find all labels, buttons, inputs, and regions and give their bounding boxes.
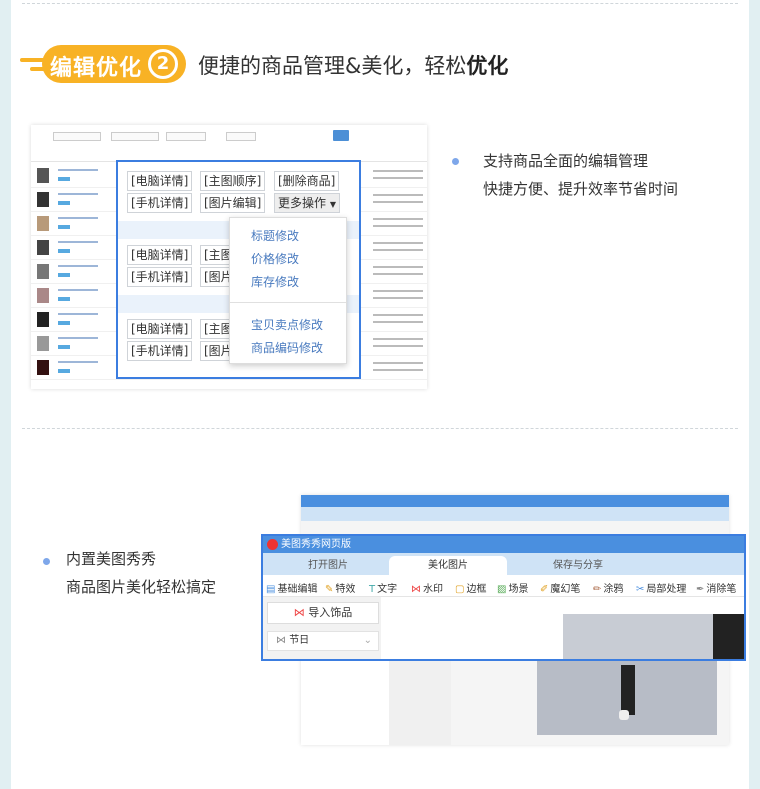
- feature-1-text: 支持商品全面的编辑管理 快捷方便、提升效率节省时间: [483, 152, 679, 198]
- divider-middle: [22, 428, 738, 429]
- menu-item-selling-point[interactable]: 宝贝卖点修改: [251, 316, 323, 333]
- local-process-icon: ✂: [636, 584, 645, 595]
- tool-basic-edit[interactable]: ▤ 基础编辑: [266, 580, 317, 595]
- chevron-down-icon: ⌄: [363, 635, 372, 646]
- tool-text[interactable]: T 文字: [369, 580, 397, 595]
- tab-open-image[interactable]: 打开图片: [273, 556, 383, 575]
- feature-2-text: 内置美图秀秀 商品图片美化轻松搞定: [66, 550, 217, 596]
- tool-doodle[interactable]: ✏ 涂鸦: [593, 580, 623, 595]
- import-icon: ⋈: [293, 606, 305, 619]
- text-icon: T: [369, 584, 376, 595]
- festival-icon: ⋈: [276, 635, 286, 646]
- import-decoration-button[interactable]: ⋈ 导入饰品: [267, 602, 379, 624]
- tool-watermark[interactable]: ⋈ 水印: [411, 580, 443, 595]
- bullet-dot: [43, 558, 50, 565]
- meitu-title-bar: 美图秀秀网页版: [263, 536, 744, 553]
- tab-beautify[interactable]: 美化图片: [389, 556, 507, 575]
- mobile-detail-button[interactable]: [手机详情]: [127, 341, 193, 361]
- meitu-left-panel: ⋈ 导入饰品 ⋈ 节日 ⌄: [263, 597, 381, 659]
- wand-icon: ✎: [325, 584, 334, 595]
- meitu-window: 美图秀秀网页版 打开图片 美化图片 保存与分享 ▤ 基础编辑 ✎ 特效 T 文字 ⋈ 水…: [261, 534, 746, 661]
- menu-item-sku-code[interactable]: 商品编码修改: [251, 339, 323, 356]
- mobile-detail-button[interactable]: [手机详情]: [127, 267, 193, 287]
- tab-save-share[interactable]: 保存与分享: [513, 556, 643, 575]
- eraser-icon: ✒: [696, 584, 705, 595]
- tool-magic-pen[interactable]: ✐ 魔幻笔: [540, 580, 580, 595]
- section-badge: 编辑优化 2: [20, 45, 186, 83]
- category-festival[interactable]: ⋈ 节日 ⌄: [267, 631, 379, 651]
- caret-down-icon: ▼: [329, 200, 336, 209]
- more-ops-button[interactable]: 更多操作 ▼: [274, 193, 340, 213]
- doodle-icon: ✏: [593, 584, 602, 595]
- menu-divider: [230, 302, 346, 303]
- delete-item-button[interactable]: [删除商品]: [274, 171, 340, 191]
- pc-detail-button[interactable]: [电脑详情]: [127, 171, 193, 191]
- badge-number: 2: [148, 49, 178, 79]
- magic-pen-icon: ✐: [540, 584, 549, 595]
- tool-scene[interactable]: ▨ 场景: [497, 580, 528, 595]
- meitu-tabs: 打开图片 美化图片 保存与分享: [263, 553, 744, 575]
- section-heading: 便捷的商品管理&美化，轻松优化: [198, 54, 509, 78]
- border-icon: ▢: [455, 584, 465, 595]
- badge-label: 编辑优化: [50, 56, 143, 81]
- main-image-order-button[interactable]: [主图顺序]: [200, 171, 266, 191]
- watermark-icon: ⋈: [411, 584, 421, 595]
- more-ops-dropdown: 标题修改 价格修改 库存修改 宝贝卖点修改 商品编码修改: [229, 217, 347, 364]
- meitu-logo-icon: [267, 539, 278, 550]
- scene-icon: ▨: [497, 584, 507, 595]
- menu-item-price[interactable]: 价格修改: [251, 250, 299, 267]
- tool-eraser-pen[interactable]: ✒ 消除笔: [696, 580, 736, 595]
- pc-detail-button[interactable]: [电脑详情]: [127, 319, 193, 339]
- menu-item-title[interactable]: 标题修改: [251, 227, 299, 244]
- menu-item-stock[interactable]: 库存修改: [251, 273, 299, 290]
- mobile-detail-button[interactable]: [手机详情]: [127, 193, 193, 213]
- divider-top: [22, 3, 738, 4]
- photo-preview: [563, 614, 744, 659]
- tool-effects[interactable]: ✎ 特效: [325, 580, 355, 595]
- tool-local-process[interactable]: ✂ 局部处理: [636, 580, 686, 595]
- edit-icon: ▤: [266, 584, 276, 595]
- pc-detail-button[interactable]: [电脑详情]: [127, 245, 193, 265]
- tool-border[interactable]: ▢ 边框: [455, 580, 486, 595]
- search-button[interactable]: [333, 130, 349, 141]
- bullet-dot: [452, 158, 459, 165]
- image-edit-button[interactable]: [图片编辑]: [200, 193, 266, 213]
- meitu-toolbar: ▤ 基础编辑 ✎ 特效 T 文字 ⋈ 水印 ▢ 边框 ▨ 场景 ✐ 魔幻笔 ✏ 涂鸦 ✂ 局部处理…: [263, 575, 744, 597]
